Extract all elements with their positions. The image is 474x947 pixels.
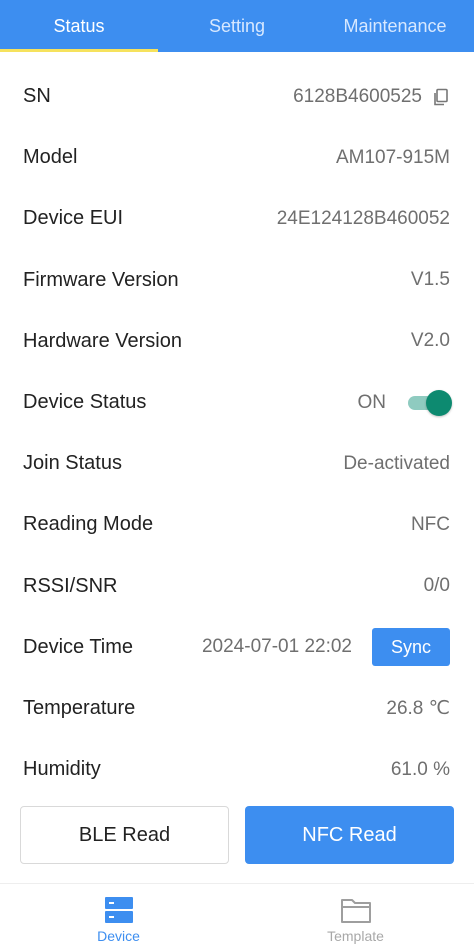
reading-mode-label: Reading Mode — [23, 513, 154, 536]
ble-read-button[interactable]: BLE Read — [20, 806, 229, 864]
reading-mode-value: NFC — [410, 513, 450, 535]
row-sn: SN 6128B4600525 — [0, 66, 474, 127]
join-status-label: Join Status — [23, 452, 122, 475]
model-value: AM107-915M — [335, 146, 450, 168]
folder-icon — [340, 899, 371, 923]
row-hardware-version: Hardware Version V2.0 — [0, 311, 474, 372]
firmware-version-value: V1.5 — [410, 269, 450, 291]
device-time-label: Device Time — [23, 635, 134, 658]
row-humidity: Humidity 61.0 % — [0, 739, 474, 800]
rssi-snr-label: RSSI/SNR — [23, 574, 118, 597]
row-device-eui: Device EUI 24E124128B460052 — [0, 188, 474, 249]
read-action-bar: BLE Read NFC Read — [20, 806, 454, 864]
device-time-value-group: 2024-07-01 22:02 Sync — [201, 628, 450, 667]
row-join-status: Join Status De-activated — [0, 433, 474, 494]
status-list: SN 6128B4600525 Model AM107-915M Device … — [0, 66, 474, 800]
join-status-value: De-activated — [343, 452, 450, 474]
device-time-value: 2024-07-01 22:02 — [201, 636, 352, 658]
nav-label-device: Device — [97, 928, 140, 944]
row-rssi-snr: RSSI/SNR 0/0 — [0, 556, 474, 617]
nav-item-device[interactable]: Device — [0, 884, 237, 947]
device-status-value-group: ON — [357, 389, 452, 416]
row-device-status: Device Status ON — [0, 372, 474, 433]
row-reading-mode: Reading Mode NFC — [0, 494, 474, 555]
humidity-value: 61.0 % — [390, 758, 450, 780]
device-icon — [104, 897, 133, 923]
device-eui-value: 24E124128B460052 — [276, 207, 450, 229]
sn-value: 6128B4600525 — [293, 85, 422, 107]
sn-label: SN — [23, 85, 51, 108]
tab-maintenance[interactable]: Maintenance — [316, 0, 474, 52]
sn-value-group: 6128B4600525 — [293, 86, 450, 108]
bottom-nav: Device Template — [0, 883, 474, 947]
top-tab-bar: Status Setting Maintenance — [0, 0, 474, 52]
temperature-label: Temperature — [23, 696, 136, 719]
humidity-label: Humidity — [23, 758, 101, 781]
temperature-value: 26.8 ℃ — [386, 697, 450, 719]
device-status-label: Device Status — [23, 391, 147, 414]
nav-label-template: Template — [327, 928, 384, 944]
row-device-time: Device Time 2024-07-01 22:02 Sync — [0, 617, 474, 678]
device-eui-label: Device EUI — [23, 207, 124, 230]
rssi-snr-value: 0/0 — [423, 575, 450, 597]
row-firmware-version: Firmware Version V1.5 — [0, 250, 474, 311]
tab-status[interactable]: Status — [0, 0, 158, 52]
copy-icon[interactable] — [432, 88, 450, 106]
model-label: Model — [23, 146, 78, 169]
firmware-version-label: Firmware Version — [23, 268, 179, 291]
row-model: Model AM107-915M — [0, 127, 474, 188]
hardware-version-value: V2.0 — [410, 330, 450, 352]
tab-setting[interactable]: Setting — [158, 0, 316, 52]
nav-item-template[interactable]: Template — [237, 884, 474, 947]
nfc-read-button[interactable]: NFC Read — [245, 806, 454, 864]
sync-button[interactable]: Sync — [372, 628, 450, 667]
toggle-knob — [426, 389, 452, 416]
row-temperature: Temperature 26.8 ℃ — [0, 678, 474, 739]
hardware-version-label: Hardware Version — [23, 329, 182, 352]
device-status-toggle[interactable] — [408, 389, 452, 416]
device-status-value: ON — [357, 391, 387, 413]
